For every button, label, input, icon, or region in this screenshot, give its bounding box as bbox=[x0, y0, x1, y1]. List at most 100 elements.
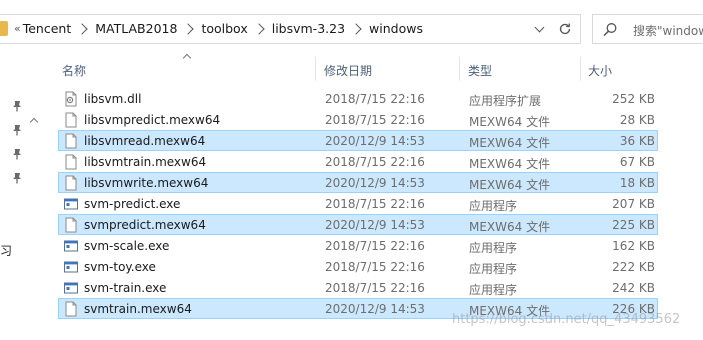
chevron-right-icon[interactable] bbox=[350, 22, 362, 35]
file-date: 2018/7/15 22:16 bbox=[325, 92, 425, 106]
file-row[interactable]: svm-toy.exe 2018/7/15 22:16 应用程序 222 KB bbox=[58, 256, 658, 277]
file-size: 242 KB bbox=[612, 281, 655, 295]
search-icon bbox=[602, 22, 618, 41]
folder-icon bbox=[0, 21, 8, 36]
file-name: svm-toy.exe bbox=[84, 260, 156, 274]
breadcrumb-item-tencent[interactable]: Tencent bbox=[23, 21, 72, 36]
file-name: libsvm.dll bbox=[84, 92, 142, 106]
column-header-size[interactable]: 大小 bbox=[588, 57, 612, 81]
file-name: svmtrain.mexw64 bbox=[84, 302, 192, 316]
column-header-type[interactable]: 类型 bbox=[468, 57, 492, 81]
file-type: MEXW64 文件 bbox=[469, 178, 551, 192]
file-row[interactable]: svm-scale.exe 2018/7/15 22:16 应用程序 162 KB bbox=[58, 235, 658, 256]
breadcrumb-item-toolbox[interactable]: toolbox bbox=[201, 21, 247, 36]
navigation-toolbar: « Tencent MATLAB2018 toolbox libsvm-3.23… bbox=[0, 0, 703, 57]
chevron-down-icon[interactable] bbox=[530, 21, 550, 38]
navigation-pane[interactable]: 习 bbox=[0, 57, 44, 340]
file-date: 2018/7/15 22:16 bbox=[325, 113, 425, 127]
file-name: libsvmtrain.mexw64 bbox=[84, 155, 207, 169]
file-date: 2020/12/9 14:53 bbox=[325, 302, 425, 316]
chevron-right-icon[interactable] bbox=[253, 22, 265, 35]
file-row[interactable]: libsvmwrite.mexw64 2020/12/9 14:53 MEXW64 … bbox=[58, 172, 658, 193]
exe-icon bbox=[63, 280, 79, 296]
breadcrumb-item-libsvm[interactable]: libsvm-3.23 bbox=[272, 21, 345, 36]
file-name: svmpredict.mexw64 bbox=[84, 218, 206, 232]
file-icon bbox=[63, 217, 79, 233]
file-date: 2018/7/15 22:16 bbox=[325, 281, 425, 295]
file-name: svm-scale.exe bbox=[84, 239, 170, 253]
chevron-right-icon[interactable] bbox=[182, 22, 195, 35]
pin-icon[interactable] bbox=[11, 100, 23, 112]
file-type: 应用程序 bbox=[469, 262, 518, 276]
file-type: 应用程序 bbox=[469, 199, 518, 213]
file-size: 222 KB bbox=[612, 260, 655, 274]
search-box[interactable]: 搜索"windows" bbox=[592, 14, 703, 44]
file-row[interactable]: libsvmpredict.mexw64 2018/7/15 22:16 MEXW6… bbox=[58, 109, 658, 130]
breadcrumb-item-matlab2018[interactable]: MATLAB2018 bbox=[95, 21, 177, 36]
file-row[interactable]: svm-predict.exe 2018/7/15 22:16 应用程序 207 KB bbox=[58, 193, 658, 214]
breadcrumb-item-windows[interactable]: windows bbox=[369, 21, 423, 36]
file-icon bbox=[63, 112, 79, 128]
file-name: svm-train.exe bbox=[84, 281, 167, 295]
refresh-icon[interactable] bbox=[553, 22, 577, 38]
address-bar[interactable]: « Tencent MATLAB2018 toolbox libsvm-3.23… bbox=[0, 14, 581, 44]
file-size: 18 KB bbox=[619, 176, 655, 190]
sort-ascending-icon bbox=[183, 52, 191, 60]
file-date: 2020/12/9 14:53 bbox=[325, 218, 425, 232]
pin-icon[interactable] bbox=[11, 148, 23, 160]
search-placeholder: 搜索"windows" bbox=[633, 24, 703, 38]
file-date: 2020/12/9 14:53 bbox=[325, 176, 425, 190]
file-type: MEXW64 文件 bbox=[469, 220, 551, 234]
file-size: 36 KB bbox=[619, 134, 655, 148]
file-row[interactable]: svmpredict.mexw64 2020/12/9 14:53 MEXW64 文… bbox=[58, 214, 658, 235]
file-date: 2018/7/15 22:16 bbox=[325, 260, 425, 274]
file-date: 2018/7/15 22:16 bbox=[325, 197, 425, 211]
nav-item-partial-label[interactable]: 习 bbox=[0, 242, 12, 259]
file-type: MEXW64 文件 bbox=[469, 157, 551, 171]
exe-icon bbox=[63, 238, 79, 254]
column-divider[interactable] bbox=[580, 57, 581, 81]
column-header-date[interactable]: 修改日期 bbox=[324, 57, 372, 81]
file-row[interactable]: libsvmread.mexw64 2020/12/9 14:53 MEXW64 文… bbox=[58, 130, 658, 151]
file-type: MEXW64 文件 bbox=[469, 136, 551, 150]
chevron-right-icon[interactable] bbox=[76, 22, 88, 35]
file-name: libsvmread.mexw64 bbox=[84, 134, 206, 148]
file-size: 252 KB bbox=[612, 92, 655, 106]
file-size: 67 KB bbox=[619, 155, 655, 169]
file-type: 应用程序扩展 bbox=[469, 94, 542, 108]
file-type: 应用程序 bbox=[469, 241, 518, 255]
dll-icon bbox=[63, 91, 79, 107]
file-date: 2018/7/15 22:16 bbox=[325, 155, 425, 169]
file-type: MEXW64 文件 bbox=[469, 115, 551, 129]
file-name: libsvmwrite.mexw64 bbox=[84, 176, 209, 190]
exe-icon bbox=[63, 259, 79, 275]
file-name: svm-predict.exe bbox=[84, 197, 181, 211]
scroll-up-icon[interactable] bbox=[29, 116, 39, 124]
column-divider[interactable] bbox=[459, 57, 460, 81]
pin-icon[interactable] bbox=[11, 172, 23, 184]
file-icon bbox=[63, 301, 79, 317]
file-size: 207 KB bbox=[612, 197, 655, 211]
file-icon bbox=[63, 133, 79, 149]
breadcrumb: « Tencent MATLAB2018 toolbox libsvm-3.23… bbox=[14, 21, 423, 36]
watermark: https://blog.csdn.net/qq_43493562 bbox=[452, 312, 681, 327]
exe-icon bbox=[63, 196, 79, 212]
file-type: 应用程序 bbox=[469, 283, 518, 297]
column-header-row: 名称 修改日期 类型 大小 bbox=[57, 57, 657, 81]
column-divider[interactable] bbox=[315, 57, 316, 81]
file-size: 28 KB bbox=[619, 113, 655, 127]
file-size: 162 KB bbox=[612, 239, 655, 253]
file-icon bbox=[63, 154, 79, 170]
file-list: libsvm.dll 2018/7/15 22:16 应用程序扩展 252 KB lib… bbox=[58, 88, 658, 319]
breadcrumb-overflow-button[interactable]: « bbox=[14, 22, 21, 35]
file-icon bbox=[63, 175, 79, 191]
file-date: 2018/7/15 22:16 bbox=[325, 239, 425, 253]
column-header-name[interactable]: 名称 bbox=[62, 57, 86, 81]
file-row[interactable]: svm-train.exe 2018/7/15 22:16 应用程序 242 KB bbox=[58, 277, 658, 298]
file-row[interactable]: libsvm.dll 2018/7/15 22:16 应用程序扩展 252 KB bbox=[58, 88, 658, 109]
file-size: 225 KB bbox=[612, 218, 655, 232]
file-date: 2020/12/9 14:53 bbox=[325, 134, 425, 148]
file-row[interactable]: libsvmtrain.mexw64 2018/7/15 22:16 MEXW64 … bbox=[58, 151, 658, 172]
pin-icon[interactable] bbox=[11, 124, 23, 136]
file-name: libsvmpredict.mexw64 bbox=[84, 113, 221, 127]
